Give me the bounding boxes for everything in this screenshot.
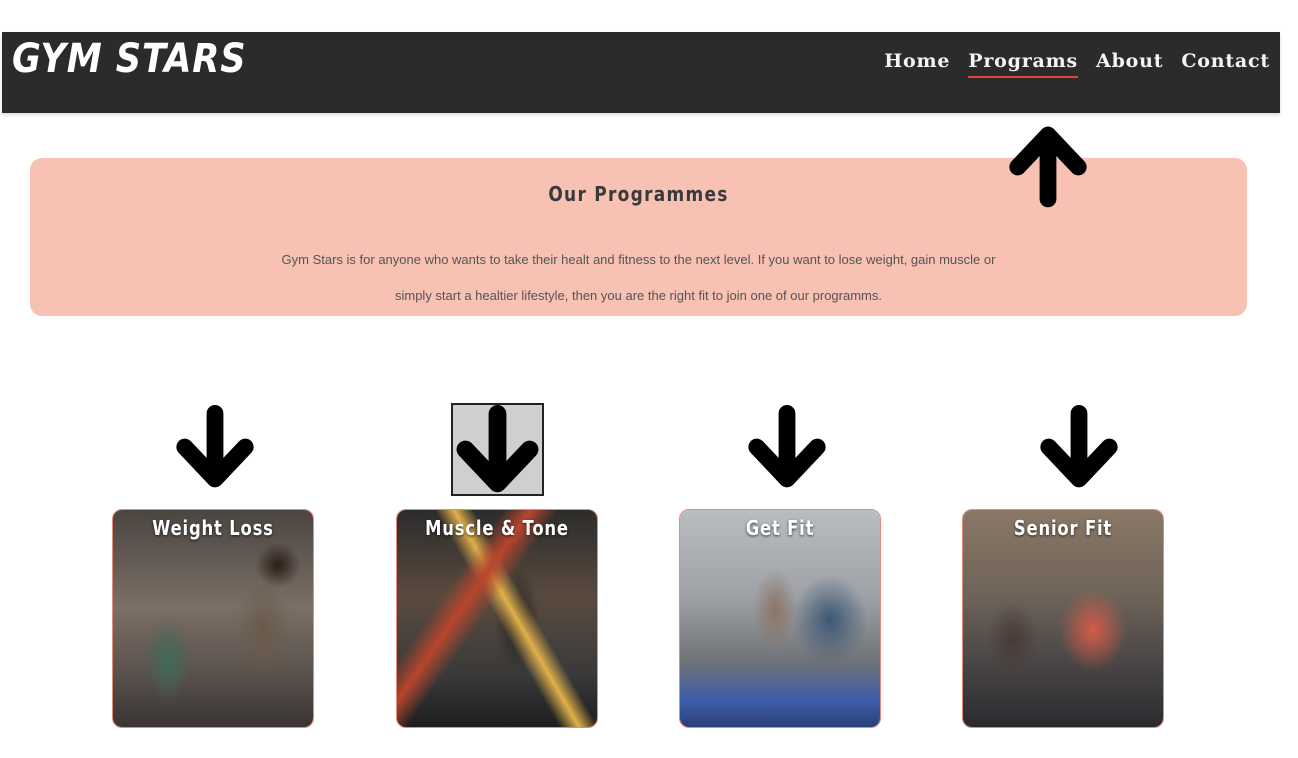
arrow-up-icon [1003,125,1093,209]
page: GYM STARS Home Programs About Contact Ou… [0,0,1298,758]
arrow-down-icon [1034,405,1124,489]
program-card-weight-loss[interactable]: Weight Loss [112,509,314,728]
intro-text: Gym Stars is for anyone who wants to tak… [281,252,996,303]
intro-title: Our Programmes [548,182,729,206]
arrow-down-icon [742,405,832,489]
site-header: GYM STARS Home Programs About Contact [2,32,1280,113]
brand-logo[interactable]: GYM STARS [12,36,246,82]
program-card-get-fit[interactable]: Get Fit [679,509,881,728]
program-title: Weight Loss [152,516,274,540]
nav-about-link[interactable]: About [1096,50,1163,78]
nav-programs-link[interactable]: Programs [968,50,1079,78]
program-title: Senior Fit [1013,516,1113,540]
main-nav: Home Programs About Contact [884,50,1270,78]
program-card-senior-fit[interactable]: Senior Fit [962,509,1164,728]
arrow-down-icon [170,405,260,489]
nav-home-link[interactable]: Home [884,50,950,78]
program-image [680,510,880,727]
program-image [963,510,1163,727]
arrow-down-icon [451,403,544,496]
nav-contact-link[interactable]: Contact [1181,50,1270,78]
program-title: Muscle & Tone [425,516,569,540]
program-image [397,510,597,727]
program-title: Get Fit [745,516,815,540]
program-image [113,510,313,727]
program-card-muscle-tone[interactable]: Muscle & Tone [396,509,598,728]
